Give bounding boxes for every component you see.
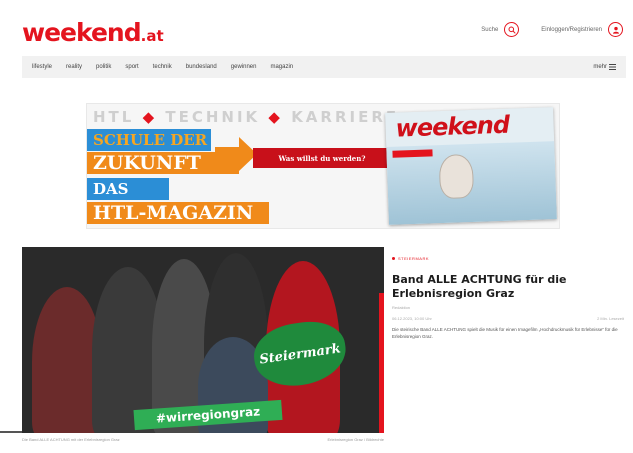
header-actions: Suche Einloggen/Registrieren xyxy=(481,22,623,37)
kicker-dot xyxy=(392,257,395,260)
user-icon[interactable] xyxy=(608,22,623,37)
nav-item-reality[interactable]: reality xyxy=(66,64,82,70)
search-label[interactable]: Suche xyxy=(481,27,498,33)
article-meta: 06.12.2023, 10:00 Uhr 2 Min. Lesezeit xyxy=(392,316,624,321)
banner-line-1: SCHULE DER xyxy=(87,129,211,151)
banner-word-htl: HTL xyxy=(93,108,135,126)
banner-line-3: DAS xyxy=(87,178,169,200)
hero-caption: Die Band ALLE ACHTUNG mit der Erlebnisre… xyxy=(22,437,384,442)
article-headline[interactable]: Band ALLE ACHTUNG für die Erlebnisregion… xyxy=(392,273,624,301)
article-teaser-text: Die steirische Band ALLE ACHTUNG spielt … xyxy=(392,327,618,339)
nav-item-sport[interactable]: sport xyxy=(125,64,138,70)
nav-item-bundesland[interactable]: bundesland xyxy=(186,64,217,70)
banner-top-line: HTL ◆ TECHNIK ◆ KARRIERE xyxy=(93,108,400,126)
logo-tld: .at xyxy=(140,27,164,45)
banner-line-4: HTL-MAGAZIN xyxy=(87,202,269,224)
banner-word-karriere: KARRIERE xyxy=(291,108,400,126)
logo-wordmark: weekend xyxy=(22,18,142,47)
arrow-right-icon xyxy=(215,137,257,171)
htl-magazine-banner-ad[interactable]: HTL ◆ TECHNIK ◆ KARRIERE SCHULE DER ZUKU… xyxy=(86,103,560,229)
article-author: Redaktion xyxy=(392,305,411,310)
hero-accent-bar xyxy=(379,293,384,433)
magazine-cover-face xyxy=(438,153,475,200)
magazine-tag xyxy=(392,149,433,158)
heart-text: Steiermark xyxy=(258,340,342,368)
nav-item-technik[interactable]: technik xyxy=(153,64,172,70)
magazine-cover: weekend xyxy=(385,107,557,225)
menu-icon xyxy=(609,64,616,70)
banner-cta: Was willst du werden? xyxy=(253,148,391,168)
article-date: 06.12.2023, 10:00 Uhr xyxy=(392,316,432,321)
nav-item-lifestyle[interactable]: lifestyle xyxy=(32,64,52,70)
site-logo[interactable]: weekend .at xyxy=(22,18,164,47)
nav-item-politik[interactable]: politik xyxy=(96,64,111,70)
kicker-label: Steiermark xyxy=(398,256,430,261)
nav-item-magazin[interactable]: magazin xyxy=(270,64,293,70)
article-read-time: 2 Min. Lesezeit xyxy=(597,316,624,321)
main-nav: lifestyle reality politik sport technik … xyxy=(22,56,626,78)
nav-item-gewinnen[interactable]: gewinnen xyxy=(231,64,257,70)
search-icon[interactable] xyxy=(504,22,520,37)
hero-photo[interactable]: Steiermark #wirregiongraz xyxy=(22,247,384,433)
banner-word-technik: TECHNIK xyxy=(165,108,261,126)
login-label[interactable]: Einloggen/Registrieren xyxy=(541,27,602,33)
page: weekend .at Suche Einloggen/Registrieren… xyxy=(0,0,633,453)
nav-more-button[interactable]: mehr xyxy=(593,64,616,70)
hero-caption-right: Erlebnisregion Graz / Bildrechte xyxy=(327,437,384,442)
divider-line xyxy=(0,431,22,433)
magazine-logo: weekend xyxy=(395,110,510,143)
nav-more-label: mehr xyxy=(593,64,607,70)
article-teaser: Steiermark Band ALLE ACHTUNG für die Erl… xyxy=(392,256,624,340)
hero-caption-left: Die Band ALLE ACHTUNG mit der Erlebnisre… xyxy=(22,437,120,442)
article-kicker[interactable]: Steiermark xyxy=(392,256,624,261)
